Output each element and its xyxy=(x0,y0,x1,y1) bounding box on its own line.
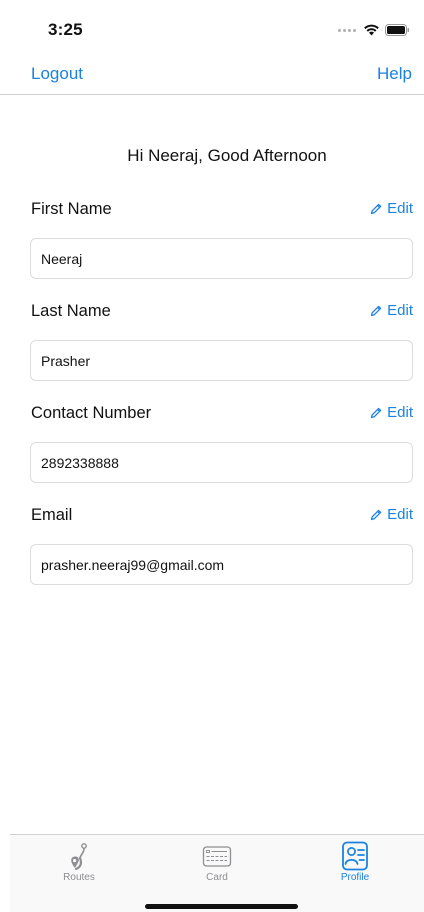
email-label: Email xyxy=(31,506,73,524)
tab-routes[interactable]: Routes xyxy=(10,835,148,891)
help-button[interactable]: Help xyxy=(377,64,412,84)
email-group: Email Edit xyxy=(30,506,413,586)
nav-bar: Logout Help xyxy=(0,56,424,95)
profile-icon xyxy=(342,841,368,871)
last-name-input[interactable] xyxy=(30,340,413,381)
pencil-icon xyxy=(370,407,382,418)
last-name-label: Last Name xyxy=(31,302,111,320)
pencil-icon xyxy=(370,509,382,520)
tab-card[interactable]: Card xyxy=(148,835,286,891)
first-name-group: First Name Edit xyxy=(30,200,413,280)
edit-label: Edit xyxy=(387,404,413,421)
status-icons xyxy=(338,24,410,36)
tab-bar: Routes Card Profile xyxy=(10,834,424,912)
tab-profile[interactable]: Profile xyxy=(286,835,424,891)
contact-number-input[interactable] xyxy=(30,442,413,483)
wifi-icon xyxy=(364,24,379,36)
pencil-icon xyxy=(370,203,382,214)
cellular-signal-icon xyxy=(338,28,356,32)
pencil-icon xyxy=(370,305,382,316)
first-name-label: First Name xyxy=(31,200,112,218)
edit-label: Edit xyxy=(387,200,413,217)
battery-icon xyxy=(385,24,410,36)
greeting-text: Hi Neeraj, Good Afternoon xyxy=(127,146,327,165)
edit-label: Edit xyxy=(387,302,413,319)
screen: 3:25 Logout Help Hi Neeraj, Good Afterno… xyxy=(0,0,424,912)
contact-number-group: Contact Number Edit xyxy=(30,404,413,484)
edit-contact-number-button[interactable]: Edit xyxy=(370,404,413,421)
first-name-input[interactable] xyxy=(30,238,413,279)
email-input[interactable] xyxy=(30,544,413,585)
edit-email-button[interactable]: Edit xyxy=(370,506,413,523)
tab-card-label: Card xyxy=(206,872,228,883)
edit-label: Edit xyxy=(387,506,413,523)
status-bar: 3:25 xyxy=(0,0,424,56)
edit-last-name-button[interactable]: Edit xyxy=(370,302,413,319)
last-name-group: Last Name Edit xyxy=(30,302,413,382)
card-icon xyxy=(202,846,232,867)
home-indicator[interactable] xyxy=(145,904,298,909)
edit-first-name-button[interactable]: Edit xyxy=(370,200,413,217)
tab-profile-label: Profile xyxy=(340,872,370,883)
tab-routes-label: Routes xyxy=(63,872,95,883)
status-time: 3:25 xyxy=(48,20,83,39)
route-pin-icon xyxy=(71,843,87,871)
logout-button[interactable]: Logout xyxy=(31,64,83,84)
contact-number-label: Contact Number xyxy=(31,404,152,422)
